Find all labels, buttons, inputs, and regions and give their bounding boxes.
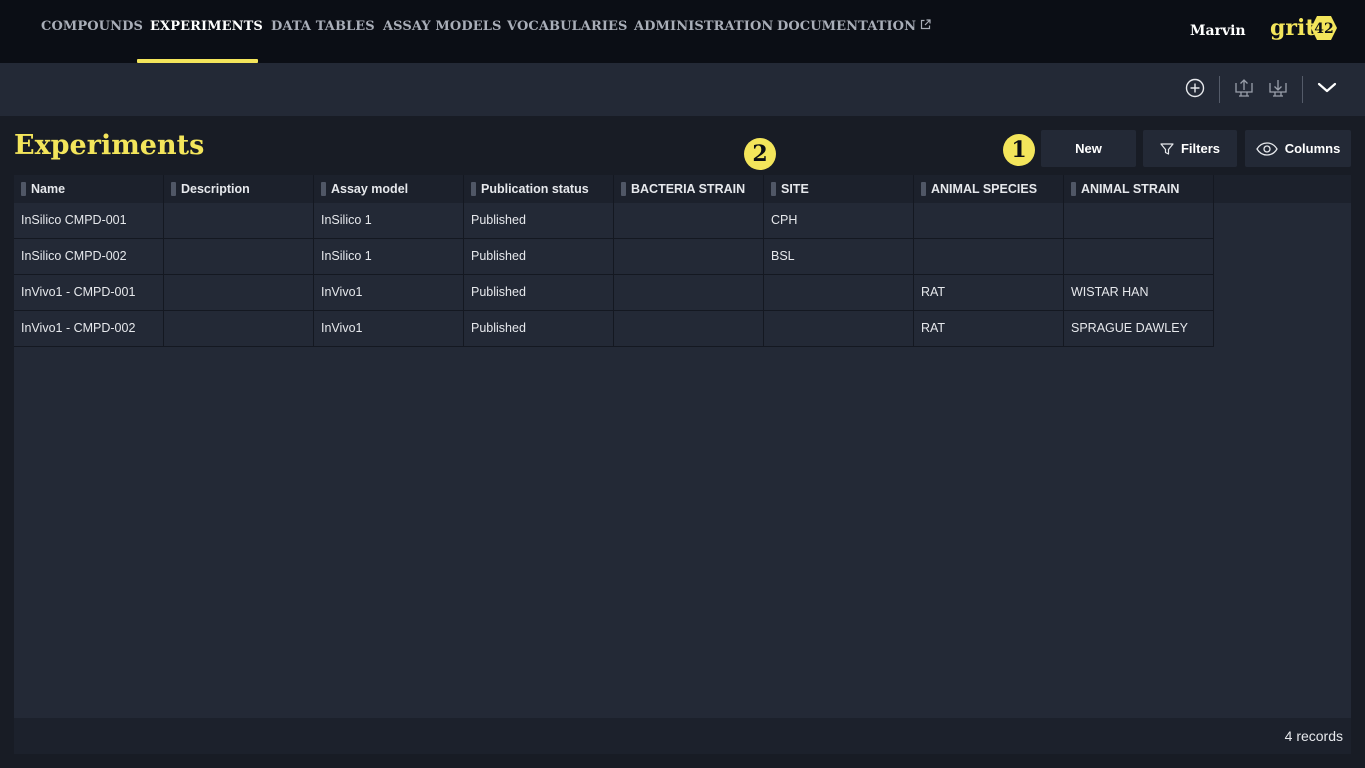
logo-hex-badge: 42 [1311,16,1337,40]
cell-animal-strain [1064,203,1214,239]
cell-animal-strain: WISTAR HAN [1064,275,1214,311]
nav-vocabularies[interactable]: VOCABULARIES [507,0,628,63]
column-drag-handle[interactable] [921,182,926,196]
cell-publication-status: Published [464,311,614,347]
column-drag-handle[interactable] [171,182,176,196]
column-drag-handle[interactable] [21,182,26,196]
cell-animal-strain: SPRAGUE DAWLEY [1064,311,1214,347]
top-navigation: COMPOUNDS EXPERIMENTS DATA TABLES ASSAY … [0,0,1365,63]
table-header: Name Description Assay model Publication… [14,175,1351,203]
filters-button[interactable]: Filters [1143,130,1237,167]
cell-assay-model: InVivo1 [314,311,464,347]
cell-bacteria-strain [614,311,764,347]
column-drag-handle[interactable] [621,182,626,196]
cell-assay-model: InVivo1 [314,275,464,311]
nav-documentation-label: DOCUMENTATION [777,19,917,34]
svg-text:42: 42 [1314,21,1333,37]
nav-experiments[interactable]: EXPERIMENTS [150,0,263,63]
cell-animal-species [914,239,1064,275]
column-header-label: ANIMAL STRAIN [1081,182,1180,196]
cell-animal-species [914,203,1064,239]
nav-assay-models[interactable]: ASSAY MODELS [383,0,501,63]
cell-bacteria-strain [614,239,764,275]
filter-icon [1160,142,1174,155]
column-header-label: Name [31,182,66,196]
experiments-table: Name Description Assay model Publication… [14,175,1351,754]
cell-animal-species: RAT [914,311,1064,347]
column-header-description[interactable]: Description [164,175,314,203]
user-menu[interactable]: Marvin [1190,0,1246,63]
cell-site: CPH [764,203,914,239]
nav-data-tables[interactable]: DATA TABLES [271,0,375,63]
record-count: 4 records [1284,728,1343,744]
cell-site: BSL [764,239,914,275]
cell-bacteria-strain [614,203,764,239]
column-header-label: Publication status [481,182,589,196]
toolbar [0,63,1365,116]
add-circle-icon[interactable] [1182,75,1208,101]
cell-description [164,311,314,347]
table-footer: 4 records [14,718,1351,754]
download-icon[interactable] [1265,75,1291,101]
page-title: Experiments [14,130,205,161]
logo-text: grit [1270,15,1316,41]
chevron-down-icon[interactable] [1314,75,1340,101]
cell-animal-strain [1064,239,1214,275]
cell-description [164,239,314,275]
columns-button-label: Columns [1284,141,1341,156]
column-header-label: BACTERIA STRAIN [631,182,746,196]
external-link-icon [920,19,931,30]
toolbar-divider [1302,76,1303,103]
table-row[interactable]: InSilico CMPD-001 InSilico 1 Published C… [14,203,1214,239]
cell-publication-status: Published [464,239,614,275]
table-row[interactable]: InVivo1 - CMPD-002 InVivo1 Published RAT… [14,311,1214,347]
grit42-logo[interactable]: grit 42 [1270,13,1337,45]
annotation-badge-1: 1 [1003,134,1035,166]
columns-button[interactable]: Columns [1245,130,1351,167]
column-header-label: Description [181,182,250,196]
new-button-label: New [1075,141,1102,156]
cell-animal-species: RAT [914,275,1064,311]
column-header-label: Assay model [331,182,409,196]
table-row[interactable]: InVivo1 - CMPD-001 InVivo1 Published RAT… [14,275,1214,311]
column-drag-handle[interactable] [1071,182,1076,196]
filters-button-label: Filters [1180,141,1220,156]
column-header-assay-model[interactable]: Assay model [314,175,464,203]
column-drag-handle[interactable] [771,182,776,196]
column-header-publication-status[interactable]: Publication status [464,175,614,203]
nav-documentation[interactable]: DOCUMENTATION [777,0,931,63]
cell-publication-status: Published [464,203,614,239]
cell-bacteria-strain [614,275,764,311]
column-header-label: SITE [781,182,809,196]
table-row[interactable]: InSilico CMPD-002 InSilico 1 Published B… [14,239,1214,275]
column-header-animal-strain[interactable]: ANIMAL STRAIN [1064,175,1214,203]
nav-compounds[interactable]: COMPOUNDS [41,0,143,63]
column-header-animal-species[interactable]: ANIMAL SPECIES [914,175,1064,203]
cell-name: InSilico CMPD-001 [14,203,164,239]
nav-administration[interactable]: ADMINISTRATION [634,0,773,63]
column-header-bacteria-strain[interactable]: BACTERIA STRAIN [614,175,764,203]
cell-assay-model: InSilico 1 [314,239,464,275]
column-header-site[interactable]: SITE [764,175,914,203]
column-drag-handle[interactable] [471,182,476,196]
new-button[interactable]: New [1041,130,1136,167]
cell-site [764,311,914,347]
cell-description [164,203,314,239]
column-header-name[interactable]: Name [14,175,164,203]
cell-assay-model: InSilico 1 [314,203,464,239]
eye-icon [1255,141,1278,156]
column-drag-handle[interactable] [321,182,326,196]
cell-description [164,275,314,311]
cell-name: InSilico CMPD-002 [14,239,164,275]
cell-name: InVivo1 - CMPD-002 [14,311,164,347]
cell-name: InVivo1 - CMPD-001 [14,275,164,311]
column-header-label: ANIMAL SPECIES [931,182,1038,196]
upload-icon[interactable] [1231,75,1257,101]
cell-site [764,275,914,311]
cell-publication-status: Published [464,275,614,311]
toolbar-divider [1219,76,1220,103]
annotation-badge-2: 2 [744,138,776,170]
